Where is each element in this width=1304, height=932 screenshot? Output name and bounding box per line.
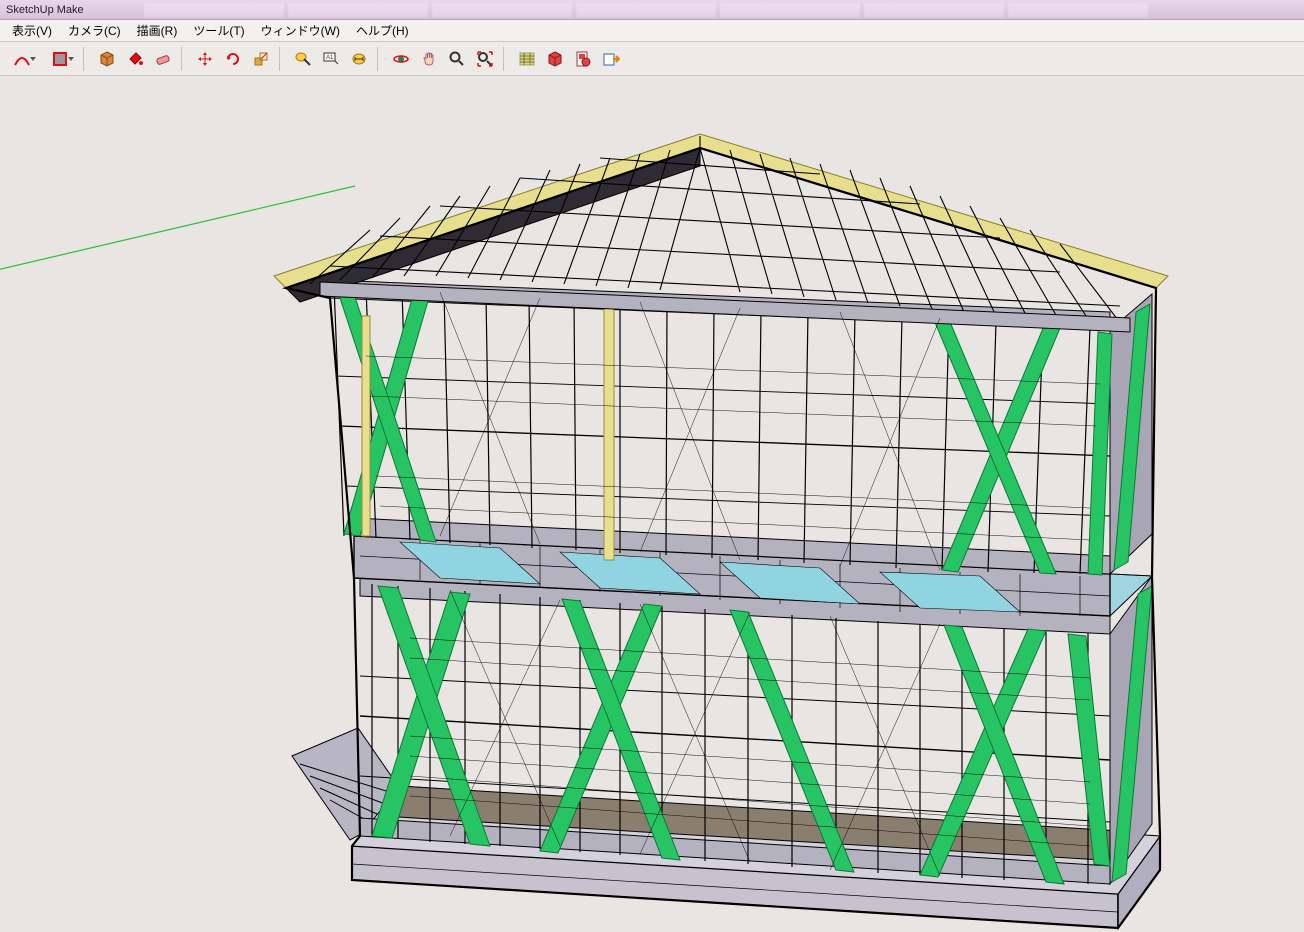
rotate-button[interactable] xyxy=(220,46,246,72)
bg-tab xyxy=(144,3,284,17)
layout-icon xyxy=(574,50,592,68)
extensions-button[interactable] xyxy=(542,46,568,72)
scale-icon xyxy=(252,50,270,68)
arc-tool-button[interactable] xyxy=(4,46,40,72)
toolbar-separator xyxy=(377,47,383,71)
toolbar-separator xyxy=(503,47,509,71)
bg-tab xyxy=(432,3,572,17)
scale-button[interactable] xyxy=(248,46,274,72)
move-icon xyxy=(196,50,214,68)
bg-tab xyxy=(576,3,716,17)
bg-tab xyxy=(720,3,860,17)
make-component-icon xyxy=(98,50,116,68)
warehouse-button[interactable] xyxy=(514,46,540,72)
tape-measure-button[interactable] xyxy=(290,46,316,72)
rotate-icon xyxy=(224,50,242,68)
dimension-button[interactable] xyxy=(346,46,372,72)
layout-button[interactable] xyxy=(570,46,596,72)
zoom-icon xyxy=(448,50,466,68)
eraser-button[interactable] xyxy=(150,46,176,72)
arc-tool-icon xyxy=(13,50,31,68)
app-window: SketchUp Make 表示(V) カメラ(C) 描画(R) ツール(T) … xyxy=(0,0,1304,932)
menu-view[interactable]: 表示(V) xyxy=(4,20,60,41)
eraser-icon xyxy=(154,50,172,68)
roof xyxy=(274,134,1168,332)
orbit-button[interactable] xyxy=(388,46,414,72)
warehouse-icon xyxy=(518,50,536,68)
export-icon xyxy=(602,50,620,68)
dimension-icon xyxy=(350,50,368,68)
zoom-extents-icon xyxy=(476,50,494,68)
menu-draw[interactable]: 描画(R) xyxy=(129,20,186,41)
paint-bucket-icon xyxy=(126,50,144,68)
menu-help[interactable]: ヘルプ(H) xyxy=(348,20,417,41)
toolbar-separator xyxy=(181,47,187,71)
menubar: 表示(V) カメラ(C) 描画(R) ツール(T) ウィンドウ(W) ヘルプ(H… xyxy=(0,20,1304,42)
bg-tab xyxy=(864,3,1004,17)
text-button[interactable]: A1 xyxy=(318,46,344,72)
model-canvas xyxy=(0,76,1304,932)
toolbar-separator xyxy=(83,47,89,71)
shape-tool-icon xyxy=(51,50,69,68)
extensions-icon xyxy=(546,50,564,68)
paint-bucket-button[interactable] xyxy=(122,46,148,72)
menu-window[interactable]: ウィンドウ(W) xyxy=(253,20,348,41)
move-button[interactable] xyxy=(192,46,218,72)
app-title: SketchUp Make xyxy=(6,4,84,16)
make-component-button[interactable] xyxy=(94,46,120,72)
pan-button[interactable] xyxy=(416,46,442,72)
bg-tab xyxy=(1008,3,1148,17)
titlebar: SketchUp Make xyxy=(0,0,1304,20)
background-tabs xyxy=(144,3,1148,17)
zoom-extents-button[interactable] xyxy=(472,46,498,72)
menu-camera[interactable]: カメラ(C) xyxy=(60,20,129,41)
pan-icon xyxy=(420,50,438,68)
shape-tool-button[interactable] xyxy=(42,46,78,72)
orbit-icon xyxy=(392,50,410,68)
menu-tools[interactable]: ツール(T) xyxy=(185,20,252,41)
tape-measure-icon xyxy=(294,50,312,68)
export-button[interactable] xyxy=(598,46,624,72)
viewport[interactable] xyxy=(0,76,1304,932)
svg-text:A1: A1 xyxy=(326,55,334,61)
zoom-button[interactable] xyxy=(444,46,470,72)
toolbar-separator xyxy=(279,47,285,71)
toolbar: A1 xyxy=(0,42,1304,76)
bg-tab xyxy=(288,3,428,17)
text-icon: A1 xyxy=(322,50,340,68)
